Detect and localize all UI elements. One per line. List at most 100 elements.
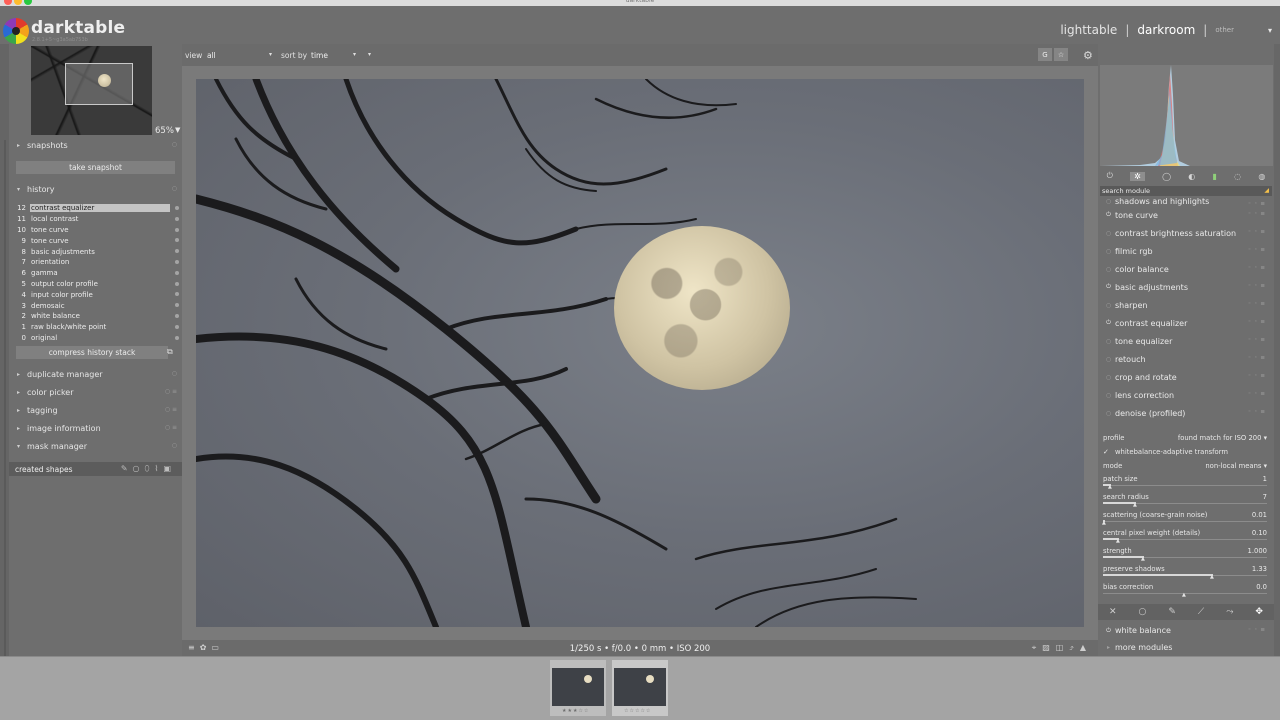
power-icon[interactable]: ⏻	[1102, 319, 1115, 327]
history-header[interactable]: ▾ history ○	[17, 182, 177, 196]
param-slider[interactable]: central pixel weight (details) 0.10 ▲	[1101, 527, 1269, 545]
right-panel-collapse-strip[interactable]	[1274, 44, 1280, 656]
view-darkroom[interactable]: darkroom	[1137, 23, 1195, 37]
power-icon[interactable]: ⏻	[1102, 211, 1115, 219]
checkmark-icon[interactable]: ✓	[1103, 448, 1109, 456]
main-image[interactable]	[196, 79, 1084, 627]
history-item[interactable]: 6 gamma	[14, 268, 179, 279]
mask-off-icon[interactable]: ✕	[1109, 607, 1117, 617]
snapshots-header[interactable]: ▸ snapshots ○	[17, 138, 177, 152]
filmstrip-thumbnail[interactable]: ☆☆☆☆☆	[612, 660, 668, 716]
power-icon[interactable]: ○	[1102, 338, 1115, 345]
module-controls[interactable]: ◦◦≡	[1248, 391, 1268, 397]
profile-row[interactable]: profile found match for ISO 200 ▾	[1101, 432, 1269, 446]
slider-handle-icon[interactable]: ▲	[1210, 574, 1214, 580]
color-picker-header[interactable]: ▸ color picker ○ ≡	[17, 385, 177, 399]
power-icon[interactable]: ○	[1102, 392, 1115, 399]
power-icon[interactable]: ○	[1102, 302, 1115, 309]
base-group-icon[interactable]: ◯	[1162, 172, 1171, 181]
left-scrollbar[interactable]	[4, 140, 6, 660]
color-group-icon[interactable]: ▮	[1213, 172, 1217, 181]
rating-stars[interactable]: ☆☆☆☆☆	[624, 708, 651, 714]
module-row[interactable]: ○ lens correction ◦◦≡	[1102, 386, 1268, 404]
history-item[interactable]: 0 original	[14, 333, 179, 344]
navigation-preview[interactable]	[31, 46, 152, 135]
left-panel-collapse-strip[interactable]	[0, 44, 9, 660]
module-row[interactable]: ○ sharpen ◦◦≡	[1102, 296, 1268, 314]
image-information-header[interactable]: ▸ image information ○ ≡	[17, 421, 177, 435]
expander-icon[interactable]: ▸	[1102, 644, 1115, 651]
raster-mask-icon[interactable]: ✥	[1255, 607, 1263, 617]
view-lighttable[interactable]: lighttable	[1060, 23, 1117, 37]
history-item[interactable]: 10 tone curve	[14, 225, 179, 236]
mode-value[interactable]: non-local means ▾	[1205, 462, 1267, 470]
power-icon[interactable]: ○	[1102, 230, 1115, 237]
param-slider[interactable]: patch size 1 ▲	[1101, 473, 1269, 491]
module-row[interactable]: ▸ more modules	[1102, 639, 1268, 656]
duplicate-manager-header[interactable]: ▸ duplicate manager ○	[17, 367, 177, 381]
module-row[interactable]: ○ shadows and highlights ◦◦≡	[1102, 196, 1268, 207]
zoom-level[interactable]: 65%	[155, 126, 174, 136]
filmstrip-scrollbar[interactable]	[0, 656, 1280, 657]
module-row[interactable]: ⏻ tone curve ◦◦≡	[1102, 206, 1268, 224]
history-item[interactable]: 4 input color profile	[14, 289, 179, 300]
parametric-mask-icon[interactable]: ⟋	[1198, 607, 1204, 617]
overexposed-icon[interactable]: ▲	[1080, 643, 1092, 652]
param-slider[interactable]: strength 1.000 ▲	[1101, 545, 1269, 563]
power-icon[interactable]: ○	[1102, 410, 1115, 417]
tagging-header[interactable]: ▸ tagging ○ ≡	[17, 403, 177, 417]
module-controls[interactable]: ◦◦≡	[1248, 337, 1268, 343]
mask-manager-header[interactable]: ▾ mask manager ○	[17, 439, 177, 453]
module-row[interactable]: ⏻ basic adjustments ◦◦≡	[1102, 278, 1268, 296]
sort-order-icon[interactable]: ▾	[368, 51, 371, 58]
effect-group-icon[interactable]: ◍	[1258, 172, 1265, 181]
chevron-down-icon[interactable]: ▾	[353, 51, 356, 58]
module-controls[interactable]: ◦◦≡	[1248, 265, 1268, 271]
chevron-down-icon[interactable]: ▾	[269, 51, 272, 58]
histogram[interactable]	[1100, 65, 1273, 166]
module-row[interactable]: ○ color balance ◦◦≡	[1102, 260, 1268, 278]
param-slider[interactable]: scattering (coarse-grain noise) 0.01 ▲	[1101, 509, 1269, 527]
drawn-mask-icon[interactable]: ✎	[1168, 607, 1176, 617]
module-controls[interactable]: ◦◦≡	[1248, 373, 1268, 379]
reset-icon[interactable]: ○	[172, 185, 177, 192]
power-icon[interactable]: ○	[1102, 374, 1115, 381]
power-icon[interactable]: ⏻	[1102, 283, 1115, 291]
circle-icon[interactable]: ○	[133, 464, 145, 473]
compress-history-button[interactable]: compress history stack	[16, 346, 168, 359]
power-icon[interactable]: ⏻	[1102, 627, 1115, 635]
param-slider[interactable]: bias correction 0.0 ▲	[1101, 581, 1269, 599]
module-search-input[interactable]: search module ◢	[1100, 186, 1272, 196]
filmstrip-thumbnail[interactable]: ★★★☆☆	[550, 660, 606, 716]
reset-icon[interactable]: ○ ≡	[165, 424, 177, 431]
ellipse-icon[interactable]: ⬯	[145, 464, 155, 473]
history-item[interactable]: 9 tone curve	[14, 235, 179, 246]
module-row[interactable]: ○ crop and rotate ◦◦≡	[1102, 368, 1268, 386]
sort-value[interactable]: time	[311, 51, 328, 60]
history-item[interactable]: 12 contrast equalizer	[14, 203, 179, 214]
wb-adaptive-row[interactable]: ✓ whitebalance-adaptive transform	[1101, 446, 1269, 460]
power-icon[interactable]: ○	[1102, 248, 1115, 255]
mode-row[interactable]: mode non-local means ▾	[1101, 460, 1269, 473]
param-slider[interactable]: preserve shadows 1.33 ▲	[1101, 563, 1269, 581]
module-row[interactable]: ○ tone equalizer ◦◦≡	[1102, 332, 1268, 350]
power-icon[interactable]: ⏻	[1107, 171, 1113, 181]
reset-icon[interactable]: ○ ≡	[165, 388, 177, 395]
uniform-mask-icon[interactable]: ○	[1139, 607, 1147, 617]
power-icon[interactable]: ○	[1102, 266, 1115, 273]
rating-stars[interactable]: ★★★☆☆	[562, 708, 589, 714]
grouping-button[interactable]: G	[1038, 48, 1052, 61]
chevron-down-icon[interactable]: ▾	[1268, 26, 1272, 35]
focus-peaking-icon[interactable]: ⤴	[1069, 643, 1079, 652]
compress-history-icon[interactable]: ⧉	[167, 347, 173, 357]
module-controls[interactable]: ◦◦≡	[1248, 319, 1268, 325]
view-other[interactable]: other	[1215, 26, 1234, 34]
reset-icon[interactable]: ○ ≡	[165, 406, 177, 413]
module-row[interactable]: ⏻ white balance ◦◦≡	[1102, 622, 1268, 639]
slider-handle-icon[interactable]: ▲	[1108, 484, 1112, 490]
module-row[interactable]: ○ denoise (profiled) ◦◦≡	[1102, 404, 1268, 422]
path-icon[interactable]: ✎	[121, 464, 133, 473]
slider-handle-icon[interactable]: ▲	[1141, 556, 1145, 562]
slider-handle-icon[interactable]: ▲	[1182, 592, 1186, 598]
reset-icon[interactable]: ○	[172, 370, 177, 377]
